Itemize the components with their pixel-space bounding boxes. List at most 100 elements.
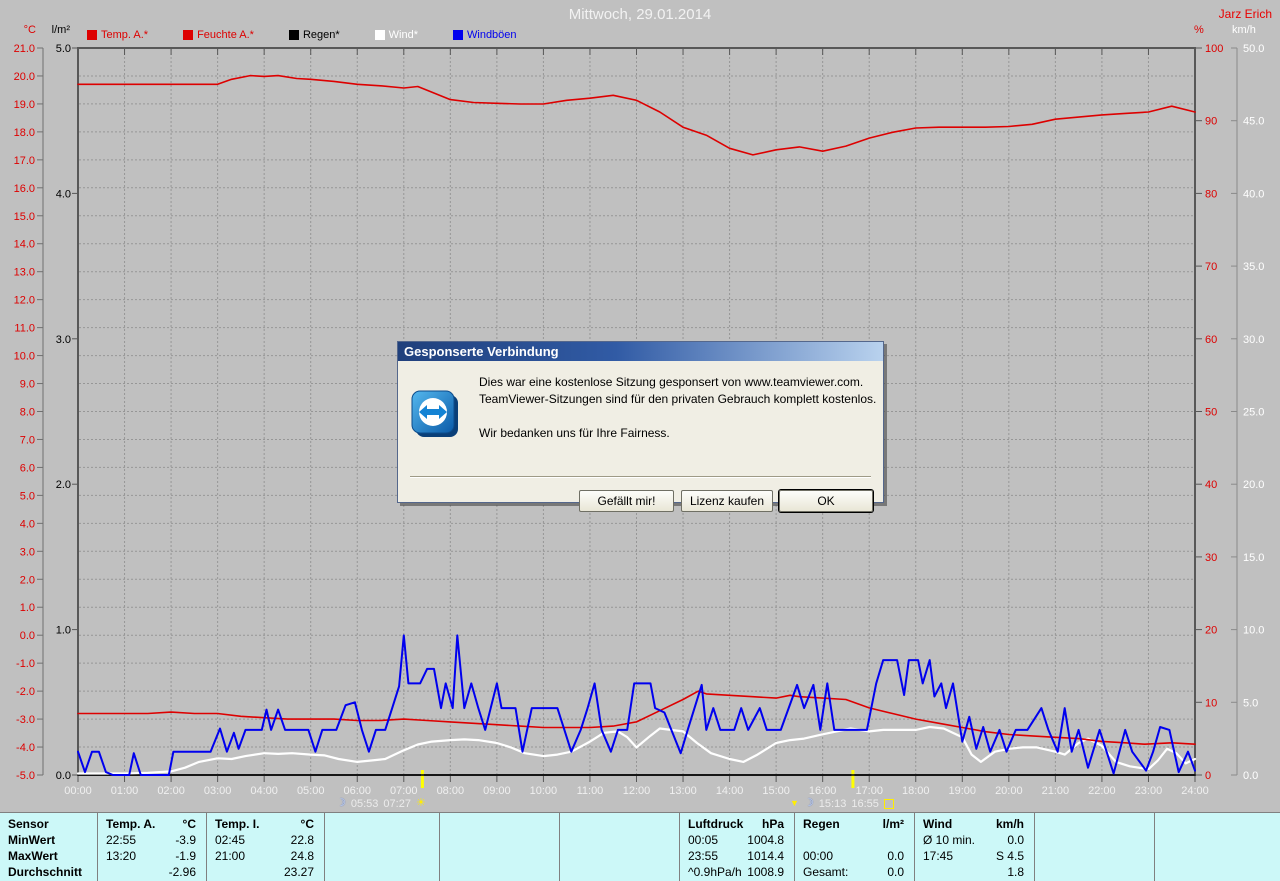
temp-axis-label: 0.0	[20, 630, 35, 642]
rain-axis-label: 4.0	[56, 188, 71, 200]
temp-axis-label: -2.0	[16, 686, 35, 698]
x-axis-label: 14:00	[716, 785, 744, 797]
x-axis-label: 16:00	[809, 785, 837, 797]
table-column-regen: Regenl/m²00:000.0Gesamt:0.0	[795, 813, 915, 881]
cell-value: 0.0	[887, 848, 914, 864]
cell-value	[669, 832, 679, 848]
temp-axis-label: 18.0	[14, 127, 35, 139]
cell-value	[429, 832, 439, 848]
humidity-axis-label: 50	[1205, 407, 1217, 419]
dialog-title: Gesponserte Verbindung	[404, 344, 559, 359]
dialog-message-line1: Dies war eine kostenlose Sitzung gespons…	[479, 374, 876, 391]
table-cell-row	[795, 832, 914, 848]
cell-value: 1004.8	[747, 832, 794, 848]
table-cell-row	[560, 848, 679, 864]
x-axis-label: 03:00	[204, 785, 232, 797]
teamviewer-icon	[410, 389, 462, 443]
table-row-label: MinWert	[0, 832, 97, 848]
cell-value	[429, 848, 439, 864]
ok-button[interactable]: OK	[779, 490, 873, 512]
x-axis-label: 23:00	[1135, 785, 1163, 797]
cell-value	[1144, 864, 1154, 880]
rain-axis-label: 2.0	[56, 479, 71, 491]
cell-value	[429, 864, 439, 880]
column-unit: °C	[301, 816, 324, 832]
x-axis-label: 19:00	[949, 785, 977, 797]
cell-time: 17:45	[915, 848, 953, 864]
table-column-luftdruck: LuftdruckhPa00:051004.823:551014.4^0.9hP…	[680, 813, 795, 881]
table-cell-row	[560, 864, 679, 880]
table-column-empty-3	[440, 813, 560, 881]
x-axis-label: 22:00	[1088, 785, 1116, 797]
x-axis-label: 04:00	[250, 785, 278, 797]
table-cell-row	[325, 848, 439, 864]
table-column-empty-9	[1155, 813, 1280, 881]
moonset-arrow-icon: ▼	[790, 798, 799, 809]
series-feuchte-a--line	[78, 76, 1195, 155]
cell-value: 1008.9	[747, 864, 794, 880]
cell-time	[325, 864, 333, 880]
dialog-message-line3: Wir bedanken uns für Ihre Fairness.	[479, 425, 876, 442]
temp-axis-label: 12.0	[14, 295, 35, 307]
like-button[interactable]: Gefällt mir!	[579, 490, 674, 512]
cell-value: 1.8	[1007, 864, 1034, 880]
cell-time	[1035, 832, 1043, 848]
column-unit: km/h	[996, 816, 1034, 832]
sun-annotation-morning: ☽ 05:53 07:27 ☀	[336, 797, 426, 810]
cell-time	[325, 848, 333, 864]
cell-value	[1270, 832, 1280, 848]
x-axis-label: 06:00	[343, 785, 371, 797]
cell-value: S 4.5	[996, 848, 1034, 864]
cell-time	[1035, 848, 1043, 864]
column-header	[1155, 816, 1163, 832]
cell-time: 13:20	[98, 848, 136, 864]
x-axis-label: 20:00	[995, 785, 1023, 797]
cell-time	[325, 832, 333, 848]
table-cell-row: Gesamt:0.0	[795, 864, 914, 880]
temp-axis-label: 14.0	[14, 239, 35, 251]
column-unit: l/m²	[883, 816, 914, 832]
cell-time	[795, 832, 803, 848]
cell-time	[560, 864, 568, 880]
cell-value: 24.8	[291, 848, 324, 864]
cell-value	[669, 864, 679, 880]
temp-axis-label: 2.0	[20, 574, 35, 586]
x-axis-label: 15:00	[762, 785, 790, 797]
x-axis-label: 00:00	[64, 785, 92, 797]
rain-axis-label: 5.0	[56, 43, 71, 55]
buy-license-button[interactable]: Lizenz kaufen	[681, 490, 773, 512]
cell-value	[1270, 864, 1280, 880]
sunrise-time: 07:27	[383, 798, 411, 810]
column-unit	[549, 816, 559, 832]
wind-axis-label: 35.0	[1243, 261, 1264, 273]
table-cell-row	[325, 864, 439, 880]
temp-axis-label: 7.0	[20, 434, 35, 446]
wind-axis-label: 50.0	[1243, 43, 1264, 55]
cell-time	[1035, 864, 1043, 880]
sunset-icon	[884, 799, 894, 809]
sunrise-icon: ☀	[416, 798, 426, 809]
x-axis-label: 24:00	[1181, 785, 1209, 797]
column-unit	[1270, 816, 1280, 832]
column-header: Regen	[795, 816, 840, 832]
column-header	[325, 816, 333, 832]
column-header: Wind	[915, 816, 952, 832]
cell-value	[549, 832, 559, 848]
column-unit	[1144, 816, 1154, 832]
wind-axis-label: 10.0	[1243, 625, 1264, 637]
sensor-summary-table: SensorMinWertMaxWertDurchschnittTemp. A.…	[0, 812, 1280, 881]
table-column-wind: Windkm/hØ 10 min.0.017:45S 4.51.8	[915, 813, 1035, 881]
cell-value: 1014.4	[747, 848, 794, 864]
table-row-label: MaxWert	[0, 848, 97, 864]
cell-time	[1155, 832, 1163, 848]
temp-axis-label: 20.0	[14, 71, 35, 83]
humidity-axis-label: 90	[1205, 116, 1217, 128]
temp-axis-label: 15.0	[14, 211, 35, 223]
dialog-titlebar[interactable]: Gesponserte Verbindung	[398, 342, 883, 361]
table-cell-row: 22:55-3.9	[98, 832, 206, 848]
humidity-axis-label: 80	[1205, 188, 1217, 200]
table-cell-row: 21:0024.8	[207, 848, 324, 864]
temp-axis-label: 21.0	[14, 43, 35, 55]
cell-value	[1144, 832, 1154, 848]
cell-value: 23.27	[284, 864, 324, 880]
